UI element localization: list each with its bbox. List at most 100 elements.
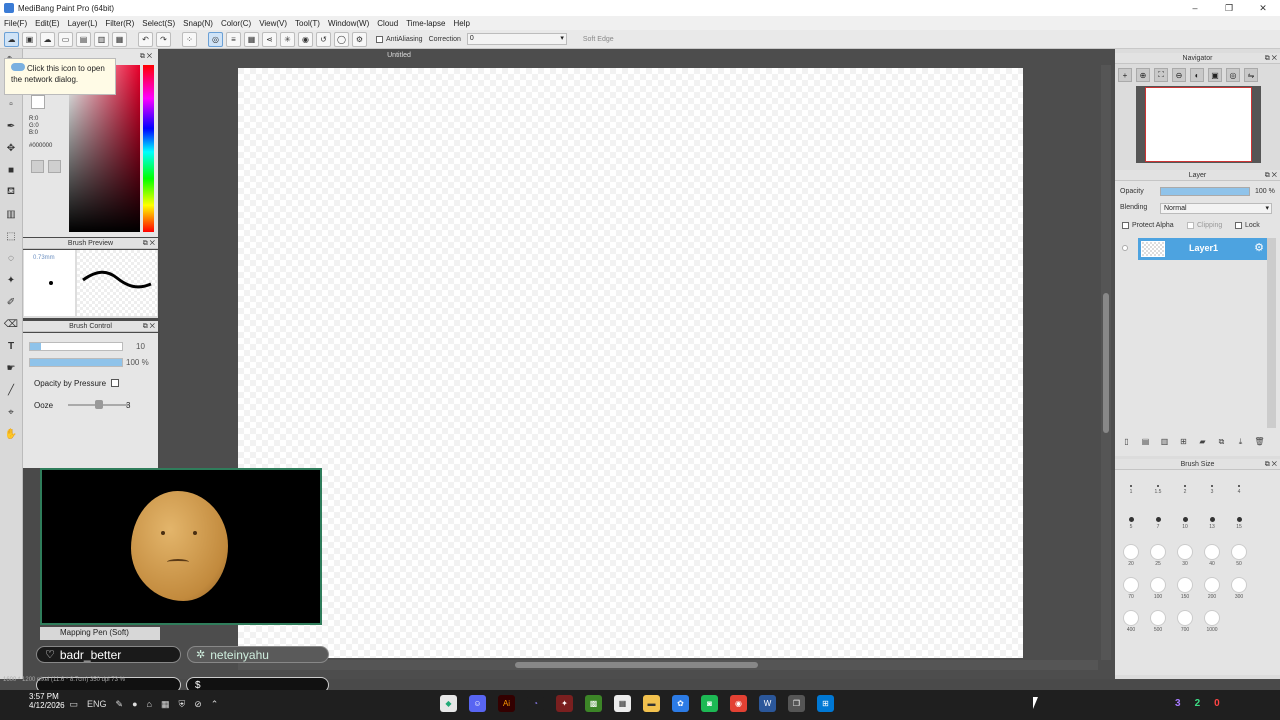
snap-parallel-icon[interactable]: ≡ bbox=[226, 31, 241, 47]
panel-controls-icon[interactable]: ⧉ ✕ bbox=[143, 238, 155, 249]
file-explorer-icon[interactable]: ▬ bbox=[643, 695, 660, 712]
antialiasing-toggle[interactable]: AntiAliasing bbox=[376, 35, 423, 43]
rotate-icon[interactable]: ◐ bbox=[1190, 68, 1204, 82]
correction-select[interactable]: 0 ▾ bbox=[466, 33, 567, 45]
brush-size-option[interactable]: 100 bbox=[1145, 577, 1171, 610]
brush-size-option[interactable]: 1000 bbox=[1199, 610, 1225, 643]
protect-alpha-checkbox[interactable] bbox=[1122, 222, 1129, 229]
text-tool-icon[interactable]: T bbox=[3, 338, 19, 354]
medibang-app-icon[interactable]: ◆ bbox=[440, 695, 457, 712]
ooze-slider-handle[interactable] bbox=[95, 400, 103, 409]
discord-app-icon[interactable]: ☺ bbox=[469, 695, 486, 712]
flip-icon[interactable]: ⇋ bbox=[1244, 68, 1258, 82]
snap-radial-icon[interactable]: ✳ bbox=[280, 31, 295, 47]
chevron-up-icon[interactable]: ⌃ bbox=[211, 699, 219, 710]
delete-layer-icon[interactable]: 🗑 bbox=[1253, 435, 1266, 448]
new-halftone-layer-icon[interactable]: ▤ bbox=[1139, 435, 1152, 448]
current-brush-item[interactable]: Mapping Pen (Soft) bbox=[40, 627, 160, 640]
panel-controls-icon[interactable]: ⧉ ✕ bbox=[143, 321, 155, 332]
language-indicator[interactable]: ENG bbox=[87, 699, 107, 710]
new-layer-icon[interactable]: ▯ bbox=[1120, 435, 1133, 448]
navigator-preview[interactable] bbox=[1136, 86, 1261, 163]
keyboard-icon[interactable]: ▦ bbox=[161, 699, 170, 710]
menu-cloud[interactable]: Cloud bbox=[377, 19, 398, 28]
add-layer-menu-icon[interactable]: ⊞ bbox=[1177, 435, 1190, 448]
game-app-icon[interactable]: ✦ bbox=[556, 695, 573, 712]
new-8bit-layer-icon[interactable]: ▥ bbox=[1158, 435, 1171, 448]
hand-tool-icon[interactable]: ✋ bbox=[3, 426, 19, 442]
clipping-toggle[interactable]: Clipping bbox=[1187, 222, 1222, 229]
menu-timelapse[interactable]: Time-lapse bbox=[406, 19, 445, 28]
menu-layer[interactable]: Layer(L) bbox=[68, 19, 98, 28]
undo-icon[interactable]: ↶ bbox=[138, 31, 153, 47]
obs-app-icon[interactable]: ◔ bbox=[527, 695, 544, 712]
brush-size-option[interactable]: 20 bbox=[1118, 544, 1144, 577]
vertical-scroll-thumb[interactable] bbox=[1103, 293, 1109, 433]
horizontal-scrollbar[interactable] bbox=[238, 660, 1098, 670]
brush-size-option[interactable]: 5 bbox=[1118, 511, 1144, 544]
duplicate-layer-icon[interactable]: ⧉ bbox=[1215, 435, 1228, 448]
brush-size-option[interactable]: 150 bbox=[1172, 577, 1198, 610]
snap-curve-icon[interactable]: ↺ bbox=[316, 31, 331, 47]
divide-tool-icon[interactable]: ╱ bbox=[3, 382, 19, 398]
lock-toggle[interactable]: Lock bbox=[1235, 222, 1260, 229]
task-view-icon[interactable]: ❐ bbox=[788, 695, 805, 712]
brush-size-option[interactable]: 70 bbox=[1118, 577, 1144, 610]
fit-icon[interactable]: ⛶ bbox=[1154, 68, 1168, 82]
snap-circle-icon[interactable]: ◉ bbox=[298, 31, 313, 47]
menu-window[interactable]: Window(W) bbox=[328, 19, 369, 28]
snap-vanish-icon[interactable]: ⋖ bbox=[262, 31, 277, 47]
chrome-app-icon[interactable]: ◉ bbox=[730, 695, 747, 712]
pen-tool-icon[interactable]: ✒ bbox=[3, 118, 19, 134]
word-app-icon[interactable]: W bbox=[759, 695, 776, 712]
menu-view[interactable]: View(V) bbox=[259, 19, 287, 28]
brush-size-option[interactable]: 15 bbox=[1226, 511, 1252, 544]
color-panel-controls[interactable]: ⧉ ✕ bbox=[135, 51, 157, 62]
eyedropper-tool-icon[interactable]: ⌖ bbox=[3, 404, 19, 420]
zoom-out-icon[interactable]: ⊖ bbox=[1172, 68, 1186, 82]
grid-icon[interactable]: ▦ bbox=[112, 31, 127, 47]
brush-size-slider[interactable] bbox=[29, 342, 123, 351]
layer-icon[interactable]: ▤ bbox=[76, 31, 91, 47]
layer-row[interactable]: Layer1 ⚙ bbox=[1138, 238, 1267, 260]
hue-slider[interactable] bbox=[143, 65, 154, 232]
antialiasing-checkbox[interactable] bbox=[376, 35, 383, 43]
brush-size-option[interactable]: 2 bbox=[1172, 478, 1198, 511]
panel-controls-icon[interactable]: ⧉ ✕ bbox=[1265, 53, 1277, 64]
wifi-off-icon[interactable]: ⊘ bbox=[194, 699, 202, 710]
illustrator-app-icon[interactable]: Ai bbox=[498, 695, 515, 712]
snap-ellipse-icon[interactable]: ◯ bbox=[334, 31, 349, 47]
vertical-scrollbar[interactable] bbox=[1101, 65, 1111, 660]
drawing-canvas[interactable] bbox=[238, 68, 1023, 658]
color-palette-icon[interactable] bbox=[48, 160, 61, 173]
brush-size-option[interactable]: 500 bbox=[1145, 610, 1171, 643]
layer-visibility-icon[interactable] bbox=[1122, 245, 1128, 251]
menu-file[interactable]: File(F) bbox=[4, 19, 27, 28]
xbox-app-icon[interactable]: ◙ bbox=[701, 695, 718, 712]
color-settings-icon[interactable] bbox=[31, 160, 44, 173]
mic-icon[interactable]: ● bbox=[132, 699, 137, 710]
actual-size-icon[interactable]: ▣ bbox=[1208, 68, 1222, 82]
select-eraser-tool-icon[interactable]: ⌫ bbox=[3, 316, 19, 332]
menu-filter[interactable]: Filter(R) bbox=[105, 19, 134, 28]
horizontal-scroll-thumb[interactable] bbox=[515, 662, 758, 668]
navigator-viewport[interactable] bbox=[1145, 87, 1252, 162]
brush-size-option[interactable]: 700 bbox=[1172, 610, 1198, 643]
panel-controls-icon[interactable]: ⧉ ✕ bbox=[1265, 459, 1277, 470]
cloud-icon[interactable]: ☁ bbox=[4, 31, 19, 47]
folder-icon[interactable]: ▰ bbox=[1196, 435, 1209, 448]
deselect-icon[interactable]: ⁘ bbox=[182, 31, 197, 47]
calculator-app-icon[interactable]: ▦ bbox=[614, 695, 631, 712]
count-green[interactable]: 2 bbox=[1195, 698, 1201, 709]
shape-tool-icon[interactable]: ■ bbox=[3, 162, 19, 178]
dot-tool-icon[interactable]: ▫ bbox=[3, 96, 19, 112]
layer-list-scrollbar[interactable] bbox=[1267, 238, 1276, 428]
zoom-in-2-icon[interactable]: ⊕ bbox=[1136, 68, 1150, 82]
windows-start-icon[interactable]: ⊞ bbox=[817, 695, 834, 712]
brush-size-option[interactable]: 40 bbox=[1199, 544, 1225, 577]
move-tool-icon[interactable]: ✥ bbox=[3, 140, 19, 156]
brush-size-option[interactable]: 25 bbox=[1145, 544, 1171, 577]
brush-size-option[interactable]: 30 bbox=[1172, 544, 1198, 577]
network-icon[interactable]: ▭ bbox=[70, 699, 79, 710]
menu-color[interactable]: Color(C) bbox=[221, 19, 251, 28]
